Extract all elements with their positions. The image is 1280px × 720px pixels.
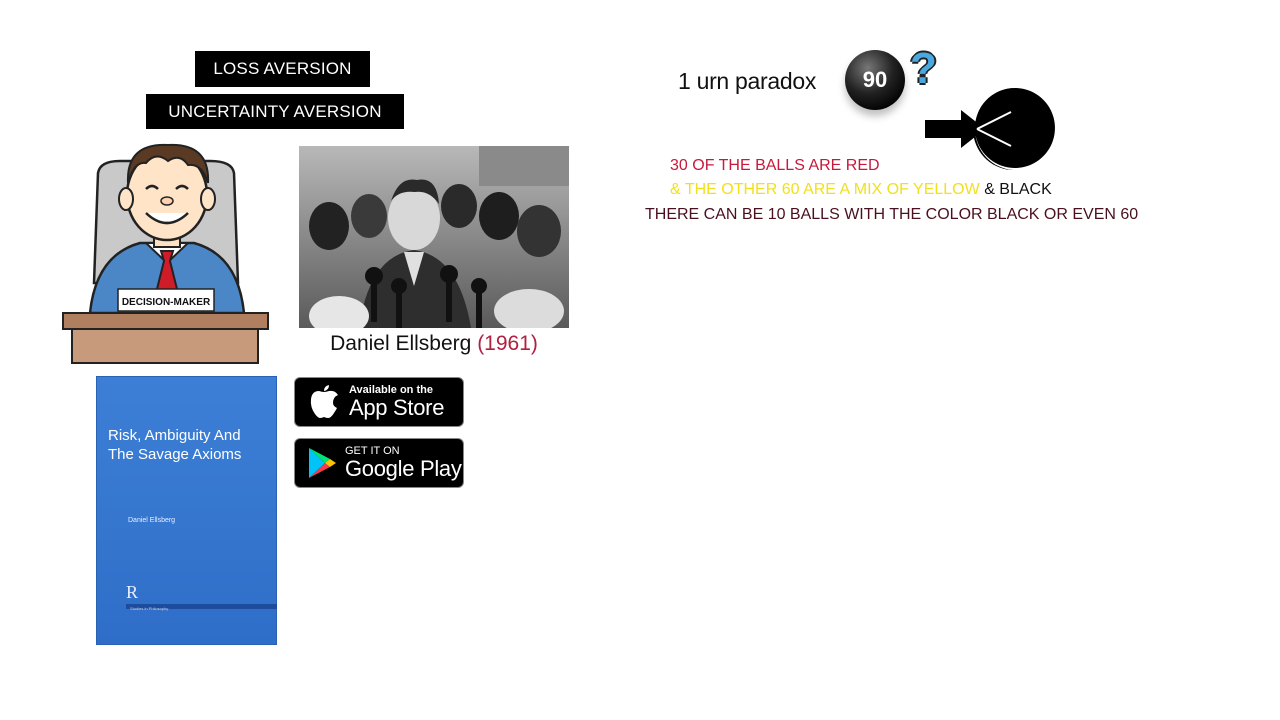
pacman-arrow-icon [925, 88, 1055, 170]
book-series: Studies in Philosophy [130, 606, 169, 611]
googleplay-big-text: Google Play [345, 456, 462, 481]
publisher-logo: R [126, 582, 139, 602]
uncertainty-aversion-label: UNCERTAINTY AVERSION [146, 94, 404, 129]
book-cover: Risk, Ambiguity And The Savage Axioms Da… [96, 376, 277, 645]
appstore-big-text: App Store [349, 395, 445, 420]
book-author: Daniel Ellsberg [128, 517, 176, 524]
urn-paradox-title: 1 urn paradox [678, 68, 817, 94]
app-store-badge[interactable]: Available on the App Store [294, 377, 464, 427]
photo-caption: Daniel Ellsberg (1961) [299, 332, 569, 356]
caption-name: Daniel Ellsberg [330, 332, 472, 355]
ellsberg-press-photo [299, 146, 569, 328]
black-ball-icon: 90 [845, 50, 905, 110]
black-mix-text: & BLACK [984, 181, 1052, 198]
yellow-mix-text: & THE OTHER 60 ARE A MIX OF YELLOW [670, 181, 980, 198]
loss-aversion-label: LOSS AVERSION [195, 51, 370, 87]
caption-year: (1961) [477, 332, 538, 355]
black-count-text: THERE CAN BE 10 BALLS WITH THE COLOR BLA… [645, 206, 1139, 223]
apple-icon [310, 385, 338, 418]
book-title: Risk, Ambiguity And The Savage Axioms [108, 427, 242, 463]
google-play-badge[interactable]: GET IT ON Google Play [294, 438, 464, 488]
decision-maker-cartoon [62, 143, 269, 364]
nameplate-label: DECISION-MAKER [121, 297, 211, 308]
mix-balls-text: & THE OTHER 60 ARE A MIX OF YELLOW & BLA… [670, 181, 1052, 199]
red-balls-text: 30 OF THE BALLS ARE RED [670, 157, 880, 174]
google-play-icon [309, 448, 336, 478]
ball-number: 90 [862, 67, 888, 92]
